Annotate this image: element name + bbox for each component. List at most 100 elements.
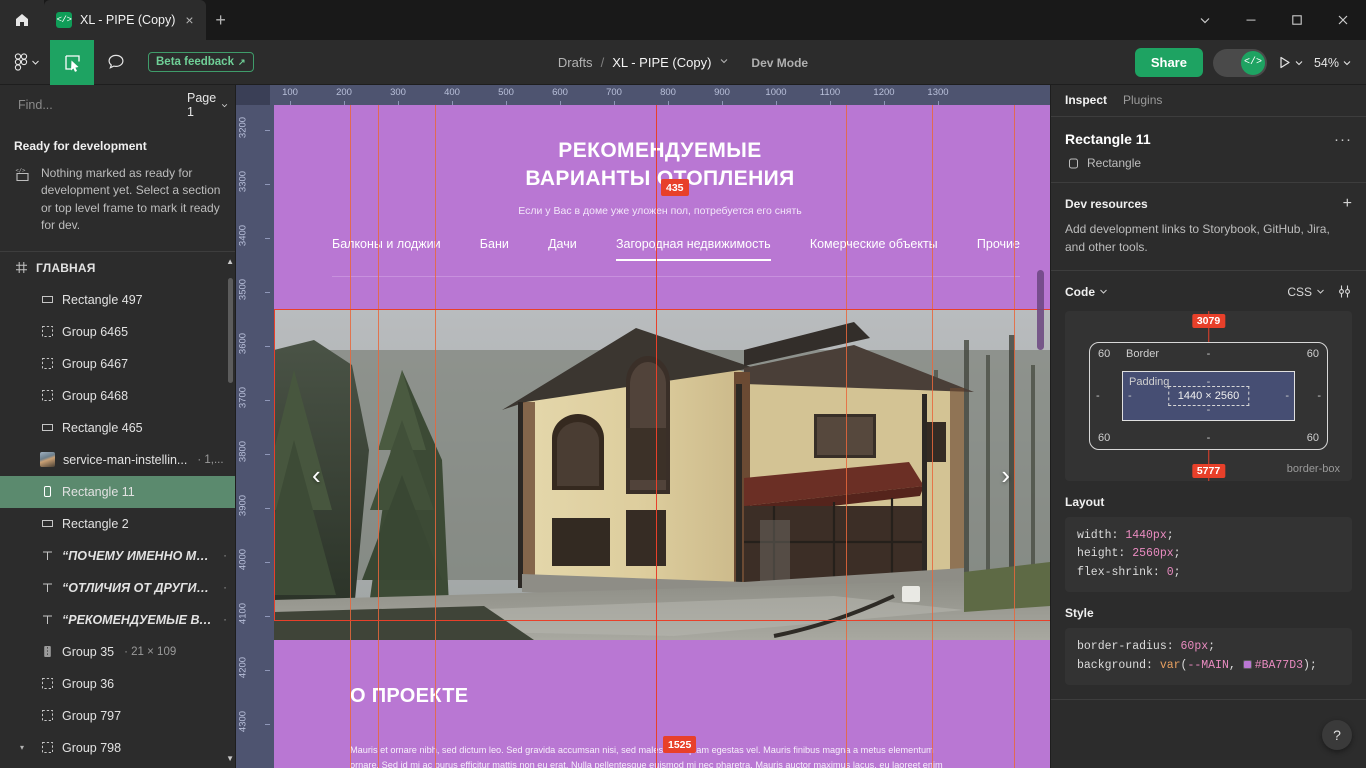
page-selector[interactable]: Page 1	[187, 91, 228, 119]
ruler-v-mark	[265, 724, 270, 725]
design-title: РЕКОМЕНДУЕМЫЕ ВАРИАНТЫ ОТОПЛЕНИЯ	[270, 137, 1050, 194]
image-thumb	[40, 452, 55, 468]
layers-scroll-down-icon[interactable]: ▼	[226, 754, 234, 763]
style-bg-color: #BA77D3	[1254, 658, 1303, 672]
ruler-v-mark	[265, 508, 270, 509]
layer-row-rectangle-465[interactable]: Rectangle 465	[0, 412, 235, 444]
design-nav-item-2[interactable]: Дачи	[548, 237, 577, 261]
code-language-selector[interactable]: CSS	[1287, 285, 1325, 299]
layer-row-[interactable]: “ОТЛИЧИЯ ОТ ДРУГИХ Т... ·	[0, 572, 235, 604]
style-code-block[interactable]: border-radius: 60px; background: var(--M…	[1065, 628, 1352, 685]
layer-name: “ПОЧЕМУ ИМЕННО МЫ”	[62, 548, 214, 563]
toolbar-left-group: Beta feedback ↗	[0, 39, 254, 85]
new-tab-button[interactable]: +	[206, 0, 236, 40]
canvas-vertical-scrollbar[interactable]	[1037, 270, 1044, 350]
beta-feedback-button[interactable]: Beta feedback ↗	[148, 52, 254, 72]
close-icon[interactable]: ×	[183, 13, 195, 27]
layer-row-group-35[interactable]: Group 35 · 21 × 109	[0, 636, 235, 668]
layout-code-block[interactable]: width: 1440px; height: 2560px; flex-shrink…	[1065, 517, 1352, 593]
rounded-rect-icon	[40, 485, 54, 499]
ruler-h-label: 100	[282, 87, 298, 98]
figma-main-menu-button[interactable]	[0, 40, 50, 85]
zoom-control[interactable]: 54%	[1314, 56, 1352, 70]
group-icon	[40, 389, 54, 403]
dev-mode-toggle-icon: </>	[1240, 50, 1265, 75]
comment-tool-button[interactable]	[94, 40, 138, 85]
canvas-viewport[interactable]: РЕКОМЕНДУЕМЫЕ ВАРИАНТЫ ОТОПЛЕНИЯ Если у …	[236, 85, 1050, 768]
layers-scrollbar[interactable]	[228, 277, 233, 383]
vertical-ruler[interactable]: 3200 3300 3400 3500 3600 3700 3800 3900 4000 4100…	[236, 85, 270, 768]
design-nav-item-0[interactable]: Балконы и лоджии	[332, 237, 441, 261]
design-title-line-1: РЕКОМЕНДУЕМЫЕ	[558, 139, 762, 162]
carousel-next-button[interactable]: ›	[1001, 462, 1010, 488]
layer-row-group-6467[interactable]: Group 6467	[0, 348, 235, 380]
ruler-h-mark	[452, 101, 453, 105]
box-model-border-label: Border	[1126, 348, 1160, 360]
breadcrumb-drafts[interactable]: Drafts	[558, 55, 593, 70]
layer-row-[interactable]: “ПОЧЕМУ ИМЕННО МЫ” ·	[0, 540, 235, 572]
home-button[interactable]	[0, 0, 44, 40]
home-icon	[16, 14, 28, 26]
layer-row-rectangle-11[interactable]: Rectangle 11	[0, 475, 235, 508]
dev-mode-toggle[interactable]: </>	[1212, 48, 1267, 77]
box-model-corner-tl: 60	[1098, 348, 1111, 360]
ruler-h-mark	[668, 101, 669, 105]
layer-name: Rectangle 465	[62, 420, 143, 435]
layer-row-group-36[interactable]: Group 36	[0, 668, 235, 700]
layer-name: “ОТЛИЧИЯ ОТ ДРУГИХ Т...	[62, 580, 214, 595]
add-dev-resource-button[interactable]: +	[1343, 196, 1352, 212]
layer-row-group-6468[interactable]: Group 6468	[0, 380, 235, 412]
layer-row-group-798[interactable]: ▾ Group 798	[0, 732, 235, 764]
dev-resources-section: Dev resources + Add development links to…	[1051, 183, 1366, 271]
figma-dev-mode-window: </> XL - PIPE (Copy) × + Beta feedback ↗…	[0, 0, 1366, 768]
design-nav-item-3[interactable]: Загородная недвижимость	[615, 237, 771, 261]
layer-row-[interactable]: ГЛАВНАЯ	[0, 252, 235, 284]
window-maximize-button[interactable]	[1274, 0, 1320, 40]
share-button[interactable]: Share	[1134, 48, 1203, 77]
code-label-group[interactable]: Code	[1065, 285, 1108, 299]
expand-caret-icon[interactable]: ▾	[20, 743, 24, 752]
figma-logo-icon	[14, 53, 28, 71]
chevron-down-icon	[1343, 60, 1351, 65]
window-more-button[interactable]	[1182, 0, 1228, 40]
design-nav-item-4[interactable]: Комерческие объекты	[810, 237, 938, 261]
window-minimize-button[interactable]	[1228, 0, 1274, 40]
tab-inspect[interactable]: Inspect	[1065, 93, 1107, 109]
cursor-tool-button[interactable]	[50, 39, 94, 85]
more-options-icon[interactable]: ···	[1334, 132, 1352, 147]
design-nav-item-1[interactable]: Бани	[480, 237, 509, 261]
help-button[interactable]: ?	[1322, 720, 1352, 750]
file-menu-chevron-down-icon[interactable]	[719, 56, 729, 69]
layers-list[interactable]: ГЛАВНАЯ Rectangle 497 Group 6465 Group 6467…	[0, 252, 235, 768]
measurement-chip-0: 435	[661, 179, 689, 197]
window-close-button[interactable]	[1320, 0, 1366, 40]
layout-css-line-1: height: 2560px;	[1077, 547, 1181, 561]
layer-row-rectangle-497[interactable]: Rectangle 497	[0, 284, 235, 316]
design-title-line-2: ВАРИАНТЫ ОТОПЛЕНИЯ	[525, 167, 795, 191]
carousel-prev-button[interactable]: ‹	[312, 462, 321, 488]
search-input[interactable]	[18, 98, 179, 112]
layer-name: Group 35	[62, 644, 115, 659]
layers-scroll-up-icon[interactable]: ▲	[226, 257, 234, 266]
measurement-guide-0	[350, 85, 351, 768]
ruler-h-mark	[884, 101, 885, 105]
style-bg-fn: var	[1159, 658, 1181, 672]
chevron-down-icon	[1100, 289, 1107, 294]
tab-plugins[interactable]: Plugins	[1123, 93, 1162, 109]
ruler-v-mark	[265, 292, 270, 293]
layer-row-rectangle-2[interactable]: Rectangle 2	[0, 508, 235, 540]
layer-row-[interactable]: “РЕКОМЕНДУЕМЫЕ ВАРИ... ·	[0, 604, 235, 636]
sliders-icon[interactable]	[1337, 284, 1352, 299]
ruler-v-mark	[265, 184, 270, 185]
layer-row-group-797[interactable]: Group 797	[0, 700, 235, 732]
box-model-border-right-dash: -	[1317, 390, 1321, 402]
layer-name: Group 6467	[62, 356, 129, 371]
design-frame[interactable]: РЕКОМЕНДУЕМЫЕ ВАРИАНТЫ ОТОПЛЕНИЯ Если у …	[270, 105, 1050, 768]
present-button[interactable]	[1277, 55, 1304, 70]
horizontal-ruler[interactable]: 100 200 300 400 500 600 700 800 900 1000 1100 1200 1…	[270, 85, 1050, 105]
inspect-tab-bar[interactable]: Inspect Plugins	[1051, 85, 1366, 117]
breadcrumb-filename[interactable]: XL - PIPE (Copy)	[612, 55, 711, 70]
file-tab[interactable]: </> XL - PIPE (Copy) ×	[44, 0, 206, 40]
layer-row-service-man-instellin[interactable]: service-man-instellin... · 1,...	[0, 444, 235, 476]
layer-row-group-6465[interactable]: Group 6465	[0, 316, 235, 348]
